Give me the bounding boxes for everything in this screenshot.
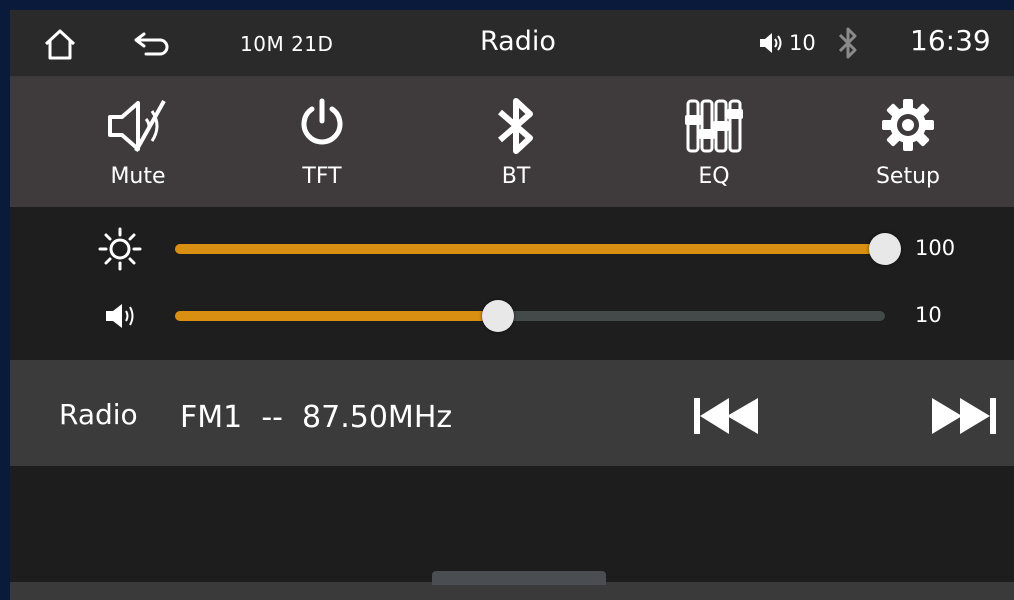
page-title: Radio [480, 26, 556, 57]
skip-previous-icon[interactable] [692, 396, 760, 436]
sliders-panel: 100 10 [10, 207, 1014, 360]
frequency-value: 87.50MHz [302, 400, 453, 435]
separator: -- [261, 400, 283, 435]
volume-slider-row: 10 [10, 291, 1014, 341]
frequency-display: FM1 -- 87.50MHz [180, 400, 452, 435]
speaker-icon [106, 304, 134, 328]
mute-button[interactable]: Mute [78, 77, 198, 207]
brightness-slider-row: 100 [10, 224, 1014, 274]
date-display: 10M 21D [240, 32, 334, 56]
brightness-value: 100 [915, 236, 956, 260]
gear-icon [882, 99, 934, 151]
mute-icon [108, 100, 166, 152]
bluetooth-icon [498, 98, 533, 154]
back-arrow-icon[interactable] [132, 28, 172, 60]
volume-value: 10 [915, 303, 942, 327]
equalizer-icon [685, 99, 743, 153]
radio-screen: 10M 21D Radio 10 16:39 Mute TFT BT EQ Se… [10, 10, 1014, 600]
bt-button[interactable]: BT [456, 77, 576, 207]
speaker-icon [760, 33, 782, 53]
skip-next-icon[interactable] [930, 396, 998, 436]
mute-label: Mute [110, 164, 166, 189]
setup-button[interactable]: Setup [848, 77, 968, 207]
brightness-slider[interactable] [175, 233, 901, 265]
brightness-slider-handle[interactable] [869, 233, 901, 265]
brightness-icon [98, 227, 142, 271]
tft-button[interactable]: TFT [262, 77, 382, 207]
volume-slider-fill [175, 311, 499, 321]
bt-label: BT [501, 164, 531, 189]
eq-label: EQ [698, 164, 730, 189]
volume-slider-handle[interactable] [482, 300, 515, 332]
volume-slider[interactable] [175, 300, 885, 332]
home-icon[interactable] [42, 26, 78, 62]
eq-button[interactable]: EQ [654, 77, 774, 207]
source-label: Radio [59, 398, 138, 431]
band-label: FM1 [180, 400, 243, 435]
volume-level: 10 [789, 31, 816, 55]
setup-label: Setup [875, 164, 941, 189]
tft-label: TFT [302, 164, 342, 189]
power-icon [301, 98, 343, 145]
pull-up-handle[interactable] [432, 571, 606, 585]
clock: 16:39 [910, 24, 991, 57]
quick-settings-bar: Mute TFT BT EQ Setup [10, 77, 1014, 207]
bluetooth-icon [838, 27, 857, 59]
radio-source-bar[interactable]: Radio FM1 -- 87.50MHz [10, 360, 1014, 466]
brightness-slider-fill [175, 244, 885, 254]
status-bar: 10M 21D Radio 10 16:39 [10, 10, 1014, 77]
